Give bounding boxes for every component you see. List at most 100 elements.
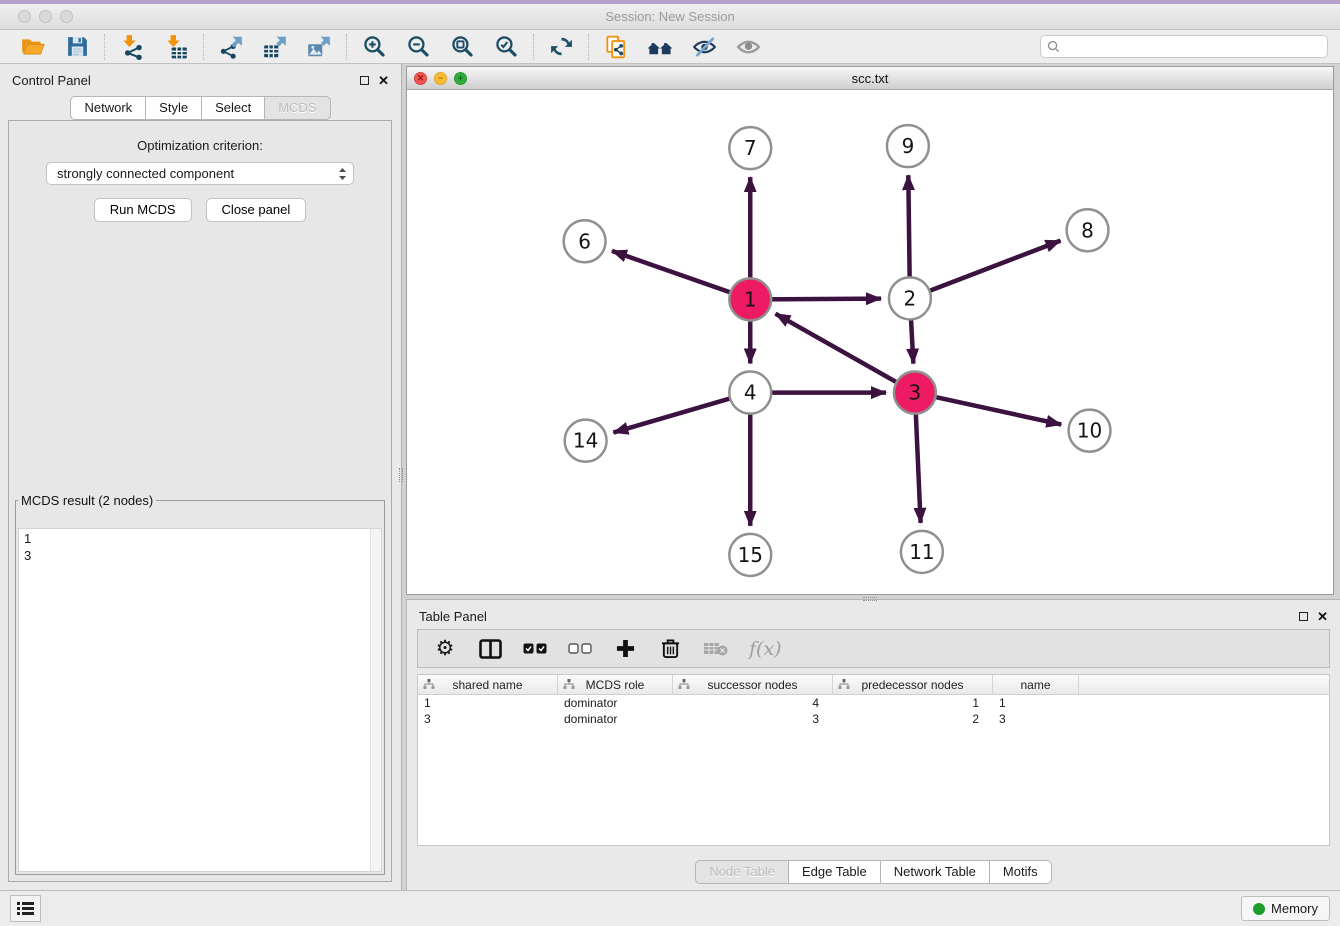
main-area: Control Panel ✕ NetworkStyleSelectMCDS O… bbox=[0, 64, 1340, 890]
tab-select[interactable]: Select bbox=[201, 96, 265, 120]
maximize-window-button[interactable] bbox=[60, 10, 73, 23]
deselect-all-columns-button[interactable] bbox=[568, 635, 592, 663]
node-label-11: 11 bbox=[909, 540, 934, 564]
trash-icon bbox=[661, 638, 680, 659]
network-canvas[interactable]: 7968124314101511 bbox=[407, 90, 1333, 594]
import-network-button[interactable] bbox=[118, 33, 146, 60]
add-column-button[interactable] bbox=[613, 635, 637, 663]
table-panel-controls: ✕ bbox=[1299, 612, 1328, 621]
refresh-view-button[interactable] bbox=[547, 33, 575, 60]
cell-successor-nodes[interactable]: 4 bbox=[673, 696, 833, 710]
run-mcds-button[interactable]: Run MCDS bbox=[94, 198, 192, 222]
float-table-panel-icon[interactable] bbox=[1299, 612, 1308, 621]
toolbar-search[interactable] bbox=[1040, 35, 1328, 58]
edge-3-1[interactable] bbox=[775, 314, 914, 393]
minimize-network-button[interactable]: − bbox=[434, 72, 447, 85]
cell-predecessor-nodes[interactable]: 2 bbox=[833, 712, 993, 726]
app-titlebar: Session: New Session bbox=[0, 4, 1340, 30]
control-panel-tabs: NetworkStyleSelectMCDS bbox=[0, 96, 401, 120]
import-network-icon bbox=[119, 34, 145, 60]
column-type-icon bbox=[838, 679, 850, 690]
select-all-columns-button[interactable] bbox=[523, 635, 547, 663]
table-toolbar: ⚙ bbox=[417, 629, 1330, 668]
splitter-handle[interactable] bbox=[863, 597, 877, 601]
tab-style[interactable]: Style bbox=[145, 96, 202, 120]
close-network-button[interactable]: ✕ bbox=[414, 72, 427, 85]
open-session-button[interactable] bbox=[19, 33, 47, 60]
cell-mcds-role[interactable]: dominator bbox=[558, 712, 673, 726]
cell-shared-name[interactable]: 1 bbox=[418, 696, 558, 710]
import-table-icon bbox=[163, 34, 189, 60]
function-builder-button: f(x) bbox=[749, 635, 782, 663]
zoom-in-button[interactable] bbox=[360, 33, 388, 60]
node-label-9: 9 bbox=[902, 134, 915, 158]
table-row[interactable]: 1dominator411 bbox=[418, 695, 1329, 711]
homes-icon bbox=[647, 34, 674, 60]
network-canvas-svg[interactable]: 7968124314101511 bbox=[407, 90, 1333, 594]
close-panel-button[interactable]: Close panel bbox=[206, 198, 307, 222]
column-header-predecessor-nodes[interactable]: predecessor nodes bbox=[833, 675, 993, 694]
criterion-select[interactable]: strongly connected component bbox=[46, 162, 354, 185]
cell-name[interactable]: 1 bbox=[993, 696, 1079, 710]
task-history-button[interactable] bbox=[10, 895, 41, 922]
export-network-button[interactable] bbox=[217, 33, 245, 60]
result-scrollbar[interactable] bbox=[370, 529, 381, 871]
table-row[interactable]: 3dominator323 bbox=[418, 711, 1329, 727]
close-panel-icon[interactable]: ✕ bbox=[378, 76, 389, 85]
zoom-selected-button[interactable] bbox=[492, 33, 520, 60]
column-header-shared-name[interactable]: shared name bbox=[418, 675, 558, 694]
export-image-button[interactable] bbox=[305, 33, 333, 60]
cell-shared-name[interactable]: 3 bbox=[418, 712, 558, 726]
save-session-button[interactable] bbox=[63, 33, 91, 60]
column-header-mcds-role[interactable]: MCDS role bbox=[558, 675, 673, 694]
chevron-up-down-icon bbox=[338, 167, 347, 181]
node-label-3: 3 bbox=[909, 381, 922, 405]
zoom-fit-button[interactable] bbox=[448, 33, 476, 60]
edge-2-8[interactable] bbox=[910, 241, 1061, 299]
minimize-window-button[interactable] bbox=[39, 10, 52, 23]
tab-node-table[interactable]: Node Table bbox=[695, 860, 789, 884]
search-icon bbox=[1047, 40, 1060, 53]
zoom-out-button[interactable] bbox=[404, 33, 432, 60]
tab-network-table[interactable]: Network Table bbox=[880, 860, 990, 884]
tab-edge-table[interactable]: Edge Table bbox=[788, 860, 881, 884]
panel-splitter-handle[interactable] bbox=[399, 468, 403, 482]
export-table-button[interactable] bbox=[261, 33, 289, 60]
network-window-title: scc.txt bbox=[407, 71, 1333, 86]
column-view-button[interactable] bbox=[478, 635, 502, 663]
columns-icon bbox=[479, 639, 502, 659]
save-floppy-icon bbox=[65, 34, 90, 59]
search-input[interactable] bbox=[1064, 40, 1321, 54]
edge-3-10[interactable] bbox=[915, 393, 1061, 425]
tab-mcds[interactable]: MCDS bbox=[264, 96, 330, 120]
memory-button[interactable]: Memory bbox=[1241, 896, 1330, 921]
cell-successor-nodes[interactable]: 3 bbox=[673, 712, 833, 726]
zoom-fit-icon bbox=[450, 34, 475, 59]
close-window-button[interactable] bbox=[18, 10, 31, 23]
column-header-successor-nodes[interactable]: successor nodes bbox=[673, 675, 833, 694]
float-panel-icon[interactable] bbox=[360, 76, 369, 85]
cell-predecessor-nodes[interactable]: 1 bbox=[833, 696, 993, 710]
show-all-networks-button[interactable] bbox=[646, 33, 674, 60]
table-settings-button[interactable]: ⚙ bbox=[433, 635, 457, 663]
node-label-7: 7 bbox=[744, 136, 757, 160]
export-group bbox=[204, 33, 346, 60]
column-header-name[interactable]: name bbox=[993, 675, 1079, 694]
tab-network[interactable]: Network bbox=[70, 96, 146, 120]
tab-motifs[interactable]: Motifs bbox=[989, 860, 1052, 884]
mcds-result-area[interactable]: 1 3 bbox=[18, 528, 382, 872]
close-table-panel-icon[interactable]: ✕ bbox=[1317, 612, 1328, 621]
import-table-button[interactable] bbox=[162, 33, 190, 60]
delete-column-button[interactable] bbox=[658, 635, 682, 663]
table-panel-header: Table Panel ✕ bbox=[407, 600, 1340, 626]
hide-selected-button[interactable] bbox=[690, 33, 718, 60]
eye-icon bbox=[735, 34, 762, 60]
maximize-network-button[interactable]: + bbox=[454, 72, 467, 85]
mcds-panel: Optimization criterion: strongly connect… bbox=[8, 120, 392, 882]
cell-name[interactable]: 3 bbox=[993, 712, 1079, 726]
criterion-value: strongly connected component bbox=[57, 166, 338, 181]
cell-mcds-role[interactable]: dominator bbox=[558, 696, 673, 710]
table-panel-title: Table Panel bbox=[419, 609, 487, 624]
delete-table-button bbox=[703, 635, 728, 663]
duplicate-network-button[interactable] bbox=[602, 33, 630, 60]
